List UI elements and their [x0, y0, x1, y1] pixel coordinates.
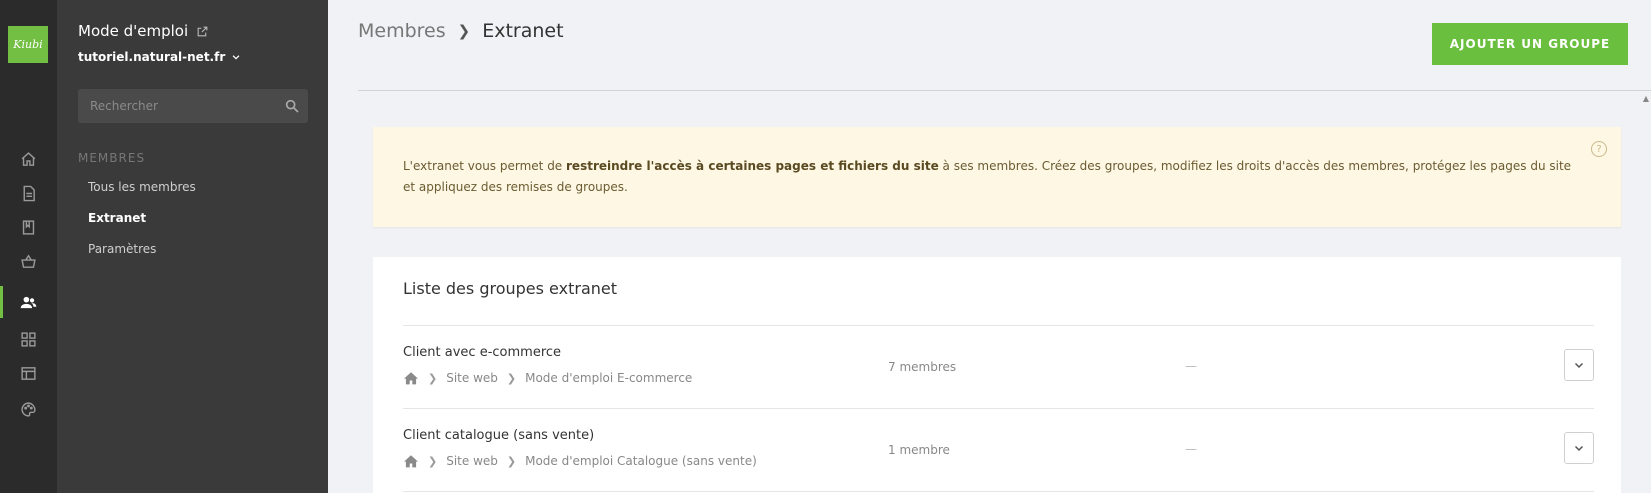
- icon-rail: Kiubi: [0, 0, 57, 493]
- chevron-right-icon: ❯: [457, 22, 471, 40]
- chevron-down-icon: [232, 55, 240, 60]
- path-segment: Site web: [446, 454, 498, 468]
- row-divider: [403, 491, 1594, 492]
- chevron-right-icon: ❯: [506, 454, 517, 468]
- group-path: ❯ Site web ❯ Mode d'emploi E-commerce: [403, 371, 692, 385]
- breadcrumb: Membres ❯ Extranet: [358, 20, 564, 42]
- header-divider: [358, 90, 1651, 91]
- group-name[interactable]: Client catalogue (sans vente): [403, 428, 594, 443]
- members-icon[interactable]: [0, 286, 57, 318]
- section-label: MEMBRES: [78, 151, 146, 165]
- site-title-link[interactable]: Mode d'emploi: [78, 22, 209, 40]
- home-icon: [404, 455, 418, 468]
- site-title: Mode d'emploi: [78, 22, 189, 40]
- breadcrumb-parent[interactable]: Membres: [358, 20, 446, 42]
- layout-icon[interactable]: [0, 357, 57, 389]
- info-text: L'extranet vous permet de restreindre l'…: [403, 159, 1572, 194]
- info-banner: L'extranet vous permet de restreindre l'…: [373, 127, 1621, 227]
- modules-icon[interactable]: [0, 323, 57, 355]
- expand-row-button[interactable]: [1564, 349, 1594, 381]
- sidebar-item-extranet[interactable]: Extranet: [88, 211, 146, 225]
- table-row: Client catalogue (sans vente) ❯ Site web…: [403, 409, 1594, 491]
- chevron-right-icon: ❯: [506, 371, 517, 385]
- group-name[interactable]: Client avec e-commerce: [403, 345, 561, 360]
- group-path: ❯ Site web ❯ Mode d'emploi Catalogue (sa…: [403, 454, 757, 468]
- scroll-up-icon[interactable]: ▲: [1643, 94, 1649, 103]
- chevron-right-icon: ❯: [428, 371, 438, 385]
- discount-value: —: [1185, 359, 1197, 373]
- search-icon[interactable]: [284, 98, 300, 114]
- path-segment: Mode d'emploi E-commerce: [525, 371, 693, 385]
- external-link-icon: [197, 26, 208, 36]
- kiubi-logo[interactable]: Kiubi: [8, 26, 48, 63]
- add-group-button[interactable]: AJOUTER UN GROUPE: [1432, 23, 1628, 65]
- chevron-right-icon: ❯: [428, 454, 438, 468]
- groups-title: Liste des groupes extranet: [403, 279, 617, 298]
- discount-value: —: [1185, 442, 1197, 456]
- expand-row-button[interactable]: [1564, 432, 1594, 464]
- member-count: 1 membre: [888, 443, 950, 457]
- chevron-down-icon: [1574, 445, 1584, 452]
- page-icon[interactable]: [0, 177, 57, 209]
- path-segment: Site web: [446, 371, 498, 385]
- sidebar-item-settings[interactable]: Paramètres: [88, 242, 156, 256]
- palette-icon[interactable]: [0, 393, 57, 425]
- chevron-down-icon: [1574, 362, 1584, 369]
- secondary-sidebar: Mode d'emploi tutoriel.natural-net.fr ME…: [57, 0, 328, 493]
- home-icon[interactable]: [0, 143, 57, 175]
- help-icon[interactable]: ?: [1591, 141, 1607, 157]
- basket-icon[interactable]: [0, 245, 57, 277]
- main-content: Membres ❯ Extranet AJOUTER UN GROUPE ▲ L…: [328, 0, 1651, 493]
- path-segment: Mode d'emploi Catalogue (sans vente): [525, 454, 757, 468]
- table-row: Client avec e-commerce ❯ Site web ❯ Mode…: [403, 326, 1594, 408]
- page-title: Extranet: [482, 20, 564, 42]
- site-domain-dropdown[interactable]: tutoriel.natural-net.fr: [78, 50, 241, 64]
- search-box: [78, 89, 308, 123]
- groups-card: Liste des groupes extranet Client avec e…: [373, 257, 1621, 493]
- search-input[interactable]: [78, 89, 278, 123]
- sidebar-item-all-members[interactable]: Tous les membres: [88, 180, 196, 194]
- member-count: 7 membres: [888, 360, 957, 374]
- site-domain: tutoriel.natural-net.fr: [78, 50, 226, 64]
- book-icon[interactable]: [0, 211, 57, 243]
- home-icon: [404, 372, 418, 385]
